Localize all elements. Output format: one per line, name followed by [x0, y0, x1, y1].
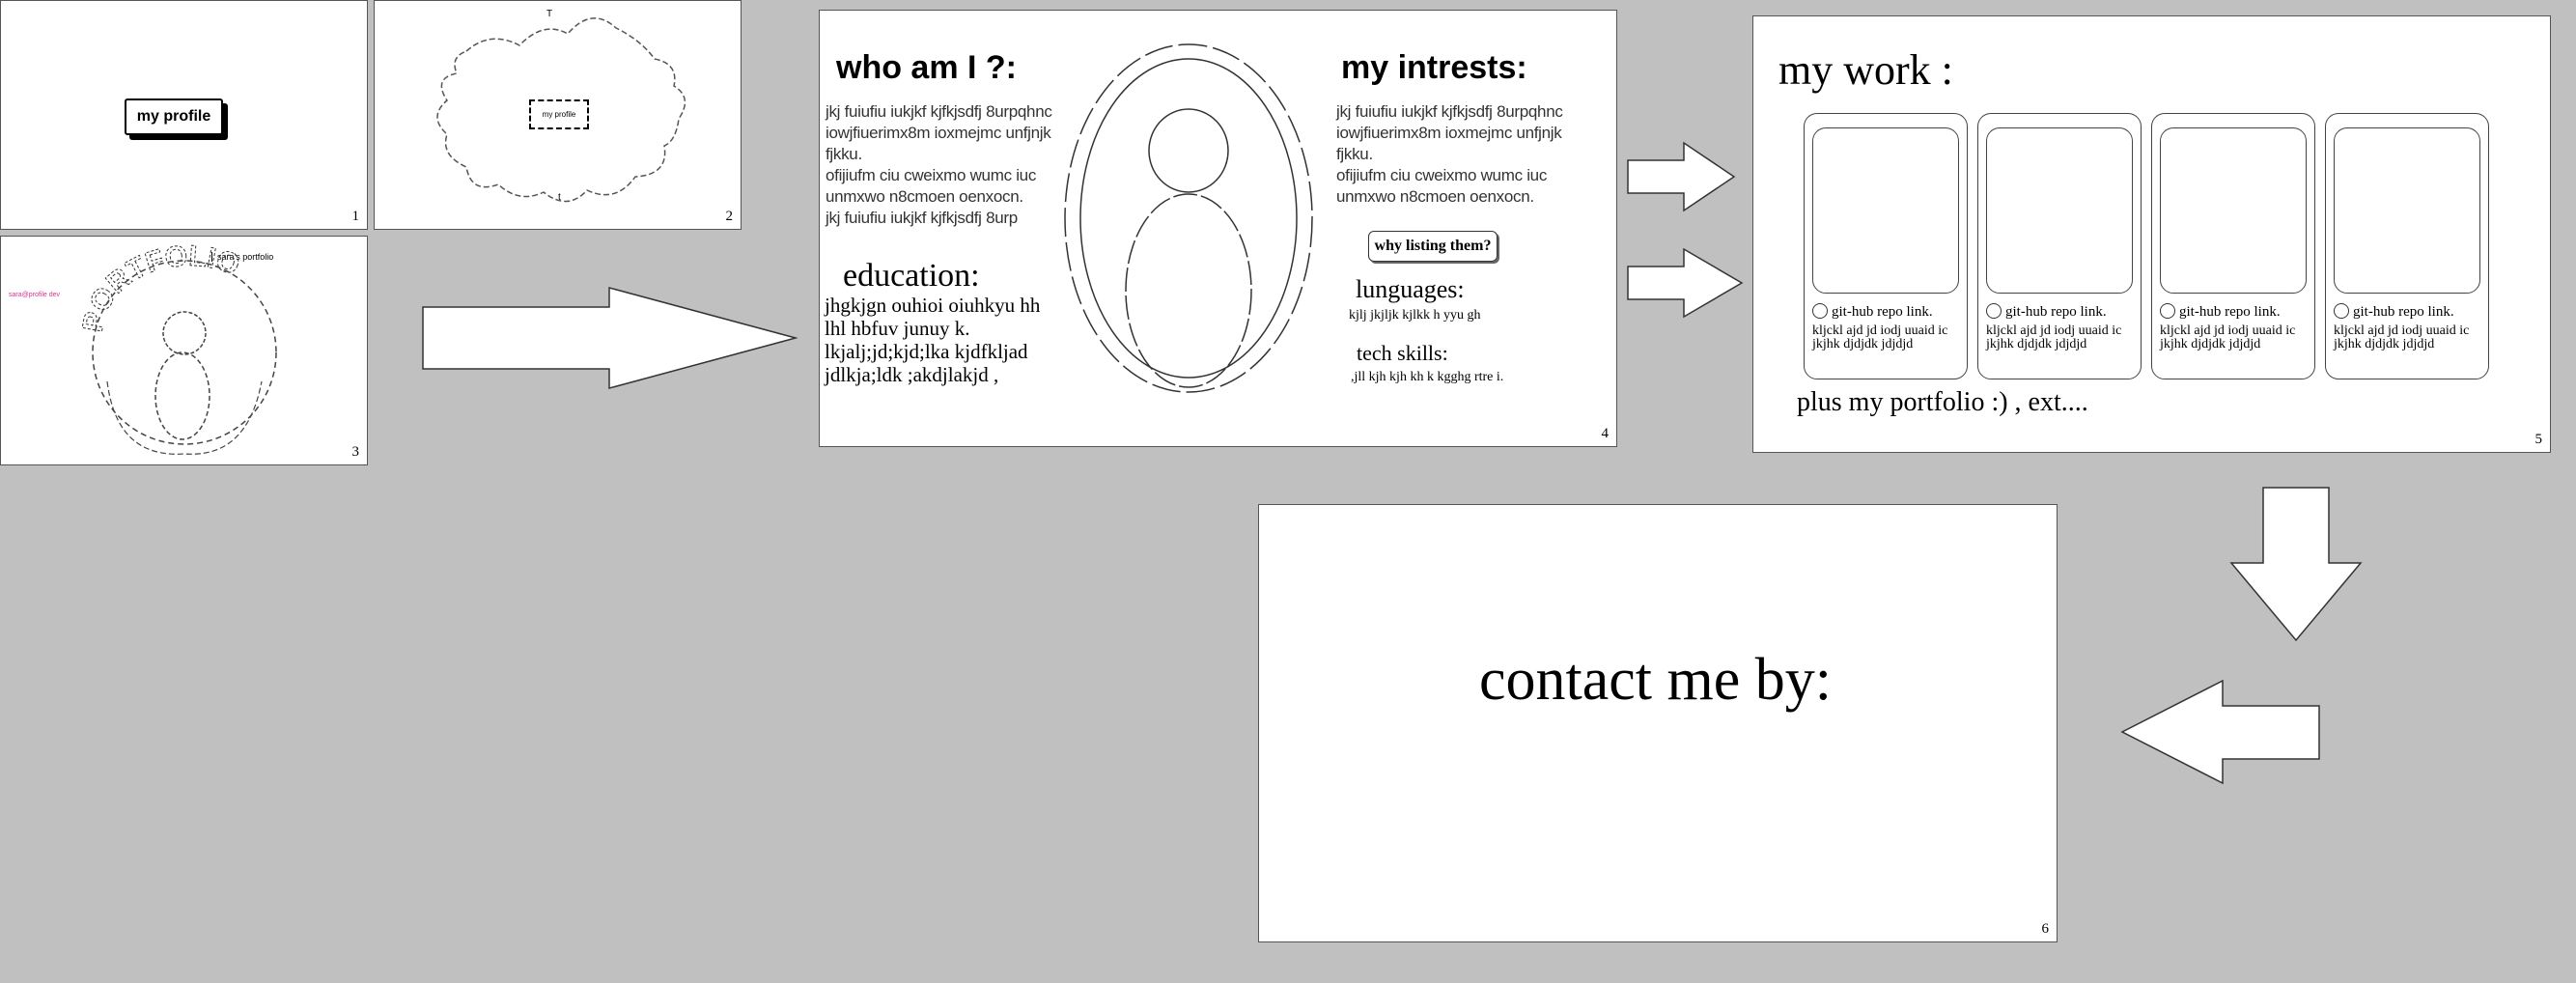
top-mark: T: [546, 9, 553, 19]
portfolio-illustration: PORTFOLIO: [76, 239, 277, 455]
project-description: kljckl ajd jd iodj uuaid ic jkjhk djdjdk…: [1986, 323, 2122, 351]
slide-5[interactable]: my work : git-hub repo link. kljckl ajd j…: [1752, 15, 2551, 453]
down-arrow-icon: [2229, 487, 2363, 642]
slide-1-thumbnail[interactable]: my profile 1: [0, 0, 368, 230]
repo-link[interactable]: git-hub repo link.: [2160, 303, 2281, 321]
my-profile-button[interactable]: my profile: [125, 98, 223, 135]
languages-text: kjlj jkjljk kjlkk h yyu gh: [1349, 308, 1481, 323]
project-description: kljckl ajd jd iodj uuaid ic jkjhk djdjdk…: [2160, 323, 2296, 351]
slide-number: 2: [725, 209, 734, 224]
slide-6[interactable]: contact me by: . 6: [1258, 504, 2058, 942]
project-thumbnail: [1986, 127, 2133, 294]
svg-text:PORTFOLIO: PORTFOLIO: [77, 240, 244, 335]
slide-number: 1: [351, 209, 360, 224]
my-work-title: my work :: [1778, 46, 1953, 94]
radio-circle-icon: [2334, 303, 2349, 319]
interests-title: my intrests:: [1341, 49, 1527, 86]
project-thumbnail: [1812, 127, 1959, 294]
radio-circle-icon: [1812, 303, 1828, 319]
interests-text-block: jkj fuiufiu iukjkf kjfkjsdfj 8urpqhnc io…: [1336, 102, 1563, 206]
radio-circle-icon: [2160, 303, 2175, 319]
slide-number: 5: [2534, 432, 2543, 447]
profile-figure: [1064, 43, 1313, 393]
education-text-block: jhgkjgn ouhioi oiuhkyu hh lhl hbfuv junu…: [825, 294, 1041, 386]
project-card[interactable]: git-hub repo link. kljckl ajd jd iodj uua…: [1804, 113, 1968, 379]
project-card[interactable]: git-hub repo link. kljckl ajd jd iodj uua…: [2151, 113, 2315, 379]
project-description: kljckl ajd jd iodj uuaid ic jkjhk djdjdk…: [1812, 323, 1948, 351]
why-listing-button[interactable]: why listing them?: [1368, 231, 1498, 262]
slide-number: 4: [1601, 426, 1610, 441]
who-am-i-title: who am I ?:: [836, 49, 1017, 86]
project-thumbnail: [2334, 127, 2480, 294]
repo-link[interactable]: git-hub repo link.: [1812, 303, 1933, 321]
tech-skills-text: ,jll kjh kjh kh k kgghg rtre i.: [1351, 370, 1504, 384]
curved-portfolio-text: PORTFOLIO: [76, 239, 244, 335]
tech-skills-title: tech skills:: [1357, 341, 1448, 365]
left-arrow-icon: [2120, 679, 2320, 785]
contact-title: contact me by:: [1479, 647, 1832, 713]
repo-link[interactable]: git-hub repo link.: [2334, 303, 2454, 321]
right-arrow-icon: [1627, 247, 1744, 319]
right-arrow-icon: [422, 287, 798, 389]
right-arrow-icon: [1627, 141, 1736, 212]
who-text-block: jkj fuiufiu iukjkf kjfkjsdfj 8urpqhnc io…: [826, 102, 1052, 227]
slide-3-thumbnail[interactable]: sara's portfolio sara@profile dev PORTFO…: [0, 236, 368, 465]
portfolio-footer: plus my portfolio :) , ext....: [1797, 387, 2088, 417]
languages-title: lunguages:: [1356, 275, 1465, 303]
slide-2-thumbnail[interactable]: my profile T t 2: [374, 0, 742, 230]
repo-link[interactable]: git-hub repo link.: [1986, 303, 2107, 321]
slide-number: 3: [351, 444, 360, 460]
bottom-mark: t: [558, 192, 561, 203]
project-card[interactable]: git-hub repo link. kljckl ajd jd iodj uua…: [1977, 113, 2142, 379]
project-description: kljckl ajd jd iodj uuaid ic jkjhk djdjdk…: [2334, 323, 2470, 351]
slide-number: 6: [2041, 921, 2050, 937]
education-title: education:: [843, 258, 980, 294]
radio-circle-icon: [1986, 303, 2002, 319]
project-thumbnail: [2160, 127, 2307, 294]
dashed-profile-box[interactable]: my profile: [529, 99, 589, 129]
project-card[interactable]: git-hub repo link. kljckl ajd jd iodj uua…: [2325, 113, 2489, 379]
slide-4[interactable]: who am I ?: jkj fuiufiu iukjkf kjfkjsdfj…: [819, 10, 1617, 447]
